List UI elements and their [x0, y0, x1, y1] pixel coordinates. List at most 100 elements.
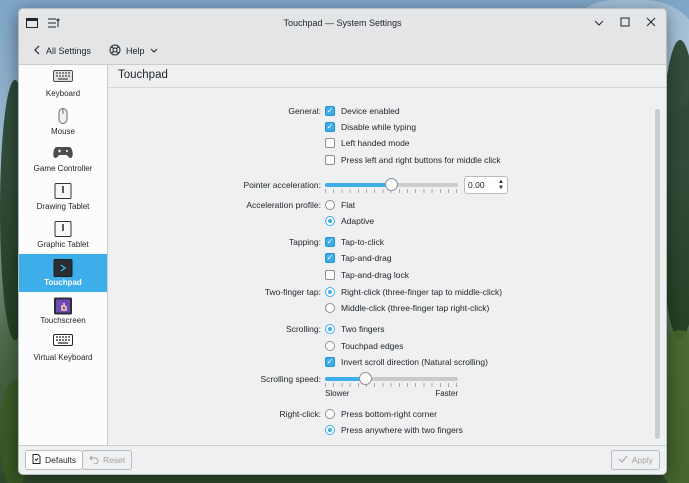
slider-handle[interactable]	[385, 178, 398, 191]
checkbox-checked-icon: ✓	[325, 122, 335, 132]
flat-radio[interactable]: Flat	[325, 200, 355, 210]
mouse-icon	[53, 107, 73, 124]
keyboard-icon	[53, 69, 73, 86]
checkbox-unchecked-icon	[325, 155, 335, 165]
general-row: Press left and right buttons for middle …	[108, 152, 666, 168]
general-row: General: ✓ Device enabled	[108, 103, 666, 119]
option-label: Adaptive	[341, 216, 375, 226]
slider-handle[interactable]	[359, 372, 372, 385]
toolbar: All Settings Help	[19, 37, 666, 65]
option-label: Tap-and-drag	[341, 253, 392, 263]
checkbox-unchecked-icon	[325, 270, 335, 280]
sidebar-item-label: Mouse	[50, 126, 75, 136]
option-label: Press bottom-right corner	[341, 409, 437, 419]
footer-bar: Defaults Reset Apply	[19, 445, 666, 474]
document-icon	[32, 454, 41, 466]
help-label: Help	[126, 45, 145, 56]
radio-unselected-icon	[325, 409, 335, 419]
two-fingers-anywhere-radio[interactable]: Press anywhere with two fingers	[325, 425, 463, 435]
sidebar-item-touchpad[interactable]: Touchpad	[19, 253, 107, 292]
option-label: Device enabled	[341, 106, 400, 116]
pointer-acceleration-label: Pointer acceleration:	[243, 180, 322, 190]
right-click-row: Right-click: Press bottom-right corner	[108, 406, 666, 422]
option-label: Press left and right buttons for middle …	[341, 155, 501, 165]
option-label: Tap-to-click	[341, 237, 384, 247]
slider-fill	[325, 183, 391, 187]
right-click-label: Right-click:	[279, 409, 321, 419]
pointer-acceleration-slider[interactable]	[325, 177, 458, 193]
acceleration-profile-row: Acceleration profile: Flat	[108, 197, 666, 213]
chevron-down-icon	[150, 46, 158, 56]
sidebar-item-graphic-tablet[interactable]: Graphic Tablet	[19, 216, 107, 254]
radio-unselected-icon	[325, 200, 335, 210]
help-menu-button[interactable]: Help	[105, 41, 162, 61]
right-click-row: Press anywhere with two fingers	[108, 422, 666, 438]
all-settings-label: All Settings	[46, 45, 92, 56]
bottom-right-corner-radio[interactable]: Press bottom-right corner	[325, 409, 437, 419]
scrolling-speed-row: Scrolling speed:	[108, 370, 666, 388]
pointer-acceleration-row: Pointer acceleration: 0.00 ▲ ▼	[108, 175, 666, 195]
option-label: Left handed mode	[341, 138, 410, 148]
radio-selected-icon	[325, 425, 335, 435]
sidebar-item-label: Keyboard	[45, 88, 81, 98]
checkbox-checked-icon: ✓	[325, 106, 335, 116]
scrolling-speed-slider[interactable]	[325, 371, 458, 387]
keyboard-icon	[53, 334, 73, 350]
close-icon[interactable]	[644, 15, 658, 29]
natural-scrolling-checkbox[interactable]: ✓ Invert scroll direction (Natural scrol…	[325, 357, 488, 367]
title-bar: Touchpad — System Settings	[19, 9, 666, 37]
all-settings-button[interactable]: All Settings	[29, 42, 95, 60]
tap-and-drag-lock-checkbox[interactable]: Tap-and-drag lock	[325, 270, 409, 280]
sidebar-item-label: Touchpad	[44, 277, 82, 287]
tap-and-drag-checkbox[interactable]: ✓ Tap-and-drag	[325, 253, 392, 263]
defaults-button[interactable]: Defaults	[25, 450, 84, 470]
option-label: Right-click (three-finger tap to middle-…	[341, 287, 503, 297]
tapping-row: ✓ Tap-and-drag	[108, 250, 666, 266]
option-label: Disable while typing	[341, 122, 417, 132]
sidebar-item-label: Touchscreen	[40, 315, 86, 325]
gamepad-icon	[53, 145, 73, 161]
right-click-radio[interactable]: Right-click (three-finger tap to middle-…	[325, 287, 502, 297]
option-label: Touchpad edges	[341, 341, 404, 351]
sidebar-item-game-controller[interactable]: Game Controller	[19, 141, 107, 179]
general-row: ✓ Disable while typing	[108, 119, 666, 135]
maximize-icon[interactable]	[618, 15, 632, 29]
option-label: Two fingers	[341, 324, 385, 334]
two-finger-tap-row: Two-finger tap: Right-click (three-finge…	[108, 284, 666, 300]
device-enabled-checkbox[interactable]: ✓ Device enabled	[325, 106, 400, 116]
scrolling-speed-captions: Slower Faster	[108, 387, 666, 399]
sidebar: Keyboard Mouse Game Controller Drawing T…	[19, 65, 108, 447]
sidebar-item-virtual-keyboard[interactable]: Virtual Keyboard	[19, 330, 107, 368]
scrolling-row: ✓ Invert scroll direction (Natural scrol…	[108, 354, 666, 370]
two-fingers-radio[interactable]: Two fingers	[325, 324, 384, 334]
pointer-acceleration-spinbox[interactable]: 0.00 ▲ ▼	[464, 176, 508, 194]
middle-click-emulation-checkbox[interactable]: Press left and right buttons for middle …	[325, 155, 501, 165]
scrolling-row: Touchpad edges	[108, 338, 666, 354]
sidebar-item-keyboard[interactable]: Keyboard	[19, 65, 107, 103]
sidebar-item-drawing-tablet[interactable]: Drawing Tablet	[19, 178, 107, 216]
checkbox-checked-icon: ✓	[325, 237, 335, 247]
scrolling-row: Scrolling: Two fingers	[108, 321, 666, 337]
minimize-icon[interactable]	[592, 15, 606, 29]
sidebar-item-touchscreen[interactable]: Touchscreen	[19, 292, 107, 330]
two-finger-tap-label: Two-finger tap:	[264, 287, 321, 297]
sidebar-item-label: Virtual Keyboard	[33, 353, 93, 363]
touchpad-edges-radio[interactable]: Touchpad edges	[325, 341, 403, 351]
tap-to-click-checkbox[interactable]: ✓ Tap-to-click	[325, 237, 384, 247]
keep-above-icon[interactable]	[47, 16, 61, 30]
disable-while-typing-checkbox[interactable]: ✓ Disable while typing	[325, 122, 416, 132]
sidebar-item-mouse[interactable]: Mouse	[19, 103, 107, 141]
tapping-label: Tapping:	[288, 237, 321, 247]
spin-arrows-icon[interactable]: ▲ ▼	[498, 179, 504, 191]
reset-button[interactable]: Reset	[82, 450, 133, 470]
left-handed-checkbox[interactable]: Left handed mode	[325, 138, 410, 148]
option-label: Tap-and-drag lock	[341, 270, 410, 280]
apply-button[interactable]: Apply	[610, 450, 660, 470]
middle-click-radio[interactable]: Middle-click (three-finger tap right-cli…	[325, 303, 489, 313]
tablet-icon	[53, 221, 73, 238]
adaptive-radio[interactable]: Adaptive	[325, 216, 374, 226]
window-menu-icon[interactable]	[25, 16, 39, 30]
back-arrow-icon	[33, 45, 41, 57]
radio-unselected-icon	[325, 303, 335, 313]
sidebar-item-label: Graphic Tablet	[37, 240, 89, 250]
